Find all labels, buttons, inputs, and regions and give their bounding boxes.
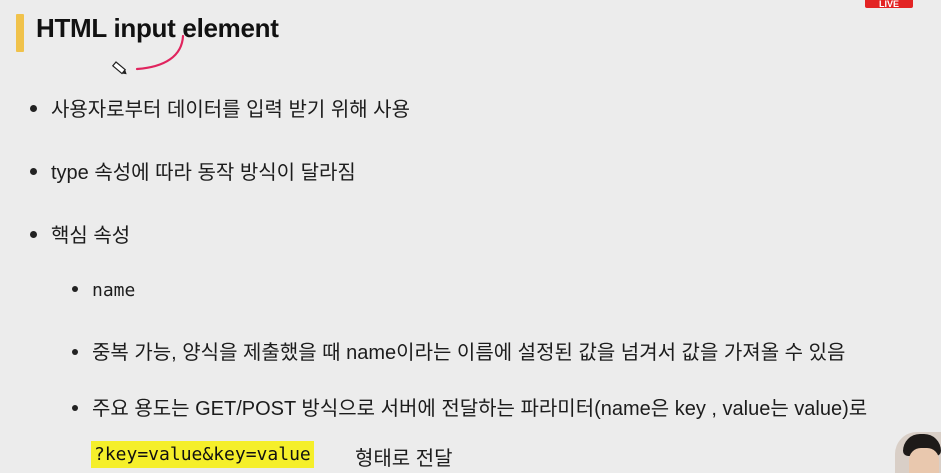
pen-annotation xyxy=(111,34,185,75)
sub-bullet-name: name xyxy=(72,279,135,302)
webcam-face xyxy=(909,448,939,473)
annotation-stroke xyxy=(135,34,185,71)
title-accent-bar xyxy=(16,14,24,52)
bullet-type-attribute: type 속성에 따라 동작 방식이 달라짐 xyxy=(30,156,356,185)
presenter-webcam xyxy=(895,432,941,473)
slide: HTML input element LIVE 사용자로부터 데이터를 입력 받… xyxy=(0,0,941,473)
live-badge: LIVE xyxy=(865,0,913,8)
bullet-dot xyxy=(72,404,78,411)
highlighted-code: ?key=value&key=value xyxy=(91,441,314,468)
pen-cursor-icon xyxy=(111,61,127,75)
code-suffix-text: 형태로 전달 xyxy=(355,448,453,470)
bullet-dot xyxy=(30,231,37,239)
bullet-purpose: 사용자로부터 데이터를 입력 받기 위해 사용 xyxy=(30,93,410,122)
sub-bullet-usage: 주요 용도는 GET/POST 방식으로 서버에 전달하는 파라미터(name은… xyxy=(72,392,867,421)
bullet-dot xyxy=(72,348,78,355)
bullet-dot xyxy=(30,105,37,113)
bullet-dot xyxy=(72,285,78,292)
bullet-dot xyxy=(30,168,37,176)
bullet-core-attributes: 핵심 속성 xyxy=(30,219,130,248)
sub-bullet-duplicate: 중복 가능, 양식을 제출했을 때 name이라는 이름에 설정된 값을 넘겨서… xyxy=(72,336,845,365)
